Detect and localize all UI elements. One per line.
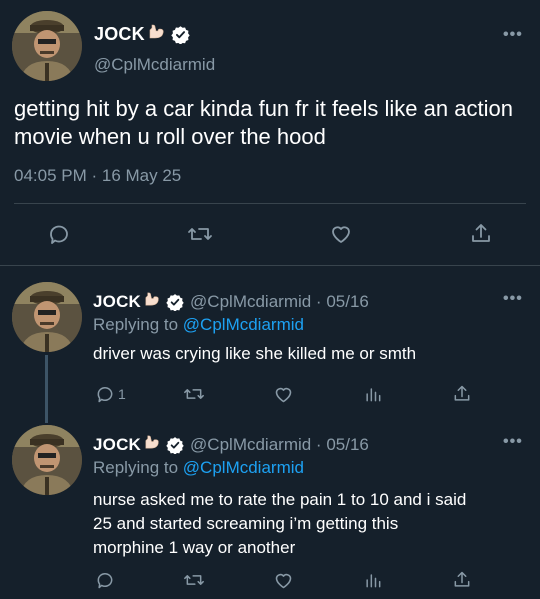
avatar[interactable] <box>12 282 82 352</box>
avatar-image <box>12 425 82 495</box>
reply-text-line: 25 and started screaming i’m getting thi… <box>93 514 399 533</box>
divider <box>14 203 526 204</box>
retweet-icon[interactable] <box>185 220 215 248</box>
avatar[interactable] <box>12 425 82 495</box>
more-options-icon[interactable]: ••• <box>503 26 523 44</box>
share-icon[interactable] <box>449 568 475 592</box>
verified-badge-icon <box>166 436 184 454</box>
verified-badge-icon <box>166 293 184 311</box>
flexed-biceps-icon <box>143 433 162 457</box>
reply-text-line: morphine 1 way or another <box>93 538 296 557</box>
author-handle-and-date[interactable]: @CplMcdiarmid · 05/16 <box>190 292 369 312</box>
reply-icon[interactable] <box>92 568 118 592</box>
analytics-icon[interactable] <box>360 568 386 592</box>
flexed-biceps-icon <box>147 22 167 47</box>
author-name[interactable]: JOCK <box>93 292 141 312</box>
avatar-image <box>12 282 82 352</box>
retweet-icon[interactable] <box>181 382 207 406</box>
share-icon[interactable] <box>466 220 496 248</box>
author-handle-and-date[interactable]: @CplMcdiarmid · 05/16 <box>190 435 369 455</box>
thread-line <box>45 355 48 423</box>
like-icon[interactable] <box>270 382 296 406</box>
replying-to-label: Replying to <box>93 315 179 334</box>
reply-text: nurse asked me to rate the pain 1 to 10 … <box>93 488 466 560</box>
flexed-biceps-icon <box>143 290 162 314</box>
reply-icon[interactable] <box>44 220 74 248</box>
replying-to-label: Replying to <box>93 458 179 477</box>
like-icon[interactable] <box>270 568 296 592</box>
divider <box>0 265 540 266</box>
tweet-text: getting hit by a car kinda fun fr it fee… <box>14 96 513 149</box>
verified-badge-icon <box>171 25 190 44</box>
author-handle[interactable]: @CplMcdiarmid <box>94 55 215 75</box>
analytics-icon[interactable] <box>360 382 386 406</box>
avatar-image <box>12 11 82 81</box>
replying-to-link[interactable]: @CplMcdiarmid <box>183 315 304 334</box>
more-options-icon[interactable]: ••• <box>503 433 523 451</box>
reply-text: driver was crying like she killed me or … <box>93 344 417 363</box>
retweet-icon[interactable] <box>181 568 207 592</box>
tweet-timestamp[interactable]: 04:05 PM · 16 May 25 <box>14 166 181 186</box>
reply-icon[interactable] <box>92 382 118 406</box>
more-options-icon[interactable]: ••• <box>503 290 523 308</box>
reply-text-line: nurse asked me to rate the pain 1 to 10 … <box>93 490 467 509</box>
avatar[interactable] <box>12 11 82 81</box>
replying-to-link[interactable]: @CplMcdiarmid <box>183 458 304 477</box>
author-name[interactable]: JOCK <box>93 435 141 455</box>
author-name[interactable]: JOCK <box>94 24 145 45</box>
share-icon[interactable] <box>449 382 475 406</box>
like-icon[interactable] <box>326 220 356 248</box>
reply-count: 1 <box>118 386 126 402</box>
